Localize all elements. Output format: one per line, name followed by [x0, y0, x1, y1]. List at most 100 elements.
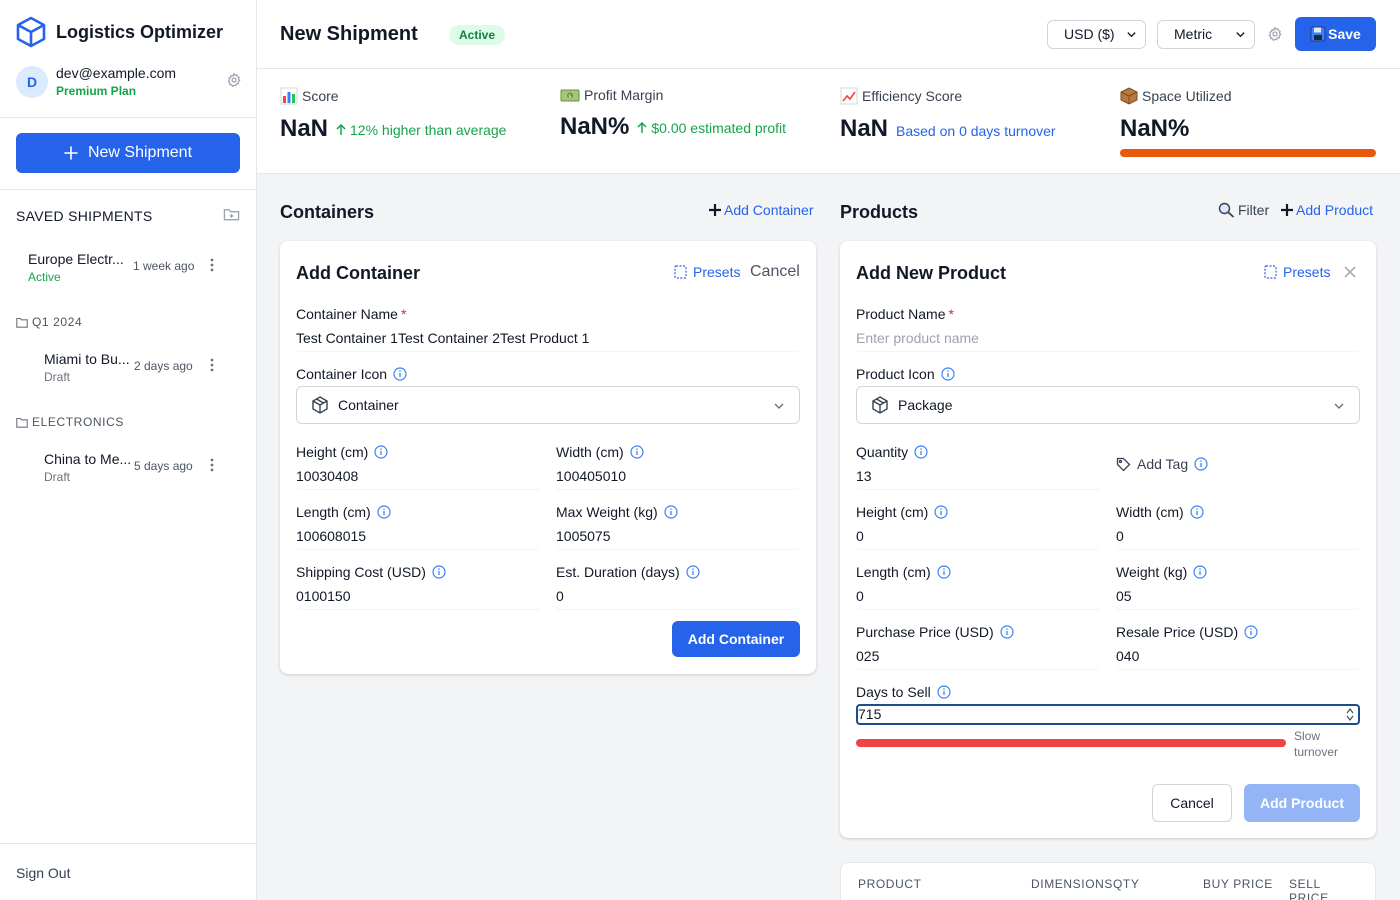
- filter-button[interactable]: Filter: [1218, 202, 1269, 218]
- product-name-field: Product Name * Enter product name: [856, 304, 1360, 352]
- product-weight-field: Weight (kg) 05: [1116, 562, 1360, 610]
- top-header: New Shipment Active USD ($) Metric Save: [257, 0, 1400, 69]
- product-name-label: Product Name: [856, 306, 946, 322]
- container-cancel-link[interactable]: Cancel: [750, 263, 800, 281]
- info-icon[interactable]: [934, 505, 948, 519]
- days-to-sell-label: Days to Sell: [856, 684, 931, 700]
- presets-icon: [674, 265, 687, 279]
- est-duration-field: Est. Duration (days) 0: [556, 562, 800, 610]
- info-icon[interactable]: [374, 445, 388, 459]
- add-container-card: Add Container Presets Cancel Container N…: [280, 241, 816, 674]
- number-spinner-icon[interactable]: [1346, 707, 1354, 722]
- turnover-indicator-bar: [856, 739, 1286, 747]
- shipping-cost-field: Shipping Cost (USD) 0100150: [296, 562, 540, 610]
- save-button[interactable]: Save: [1295, 17, 1376, 51]
- length-input[interactable]: 0: [856, 586, 1100, 610]
- new-folder-icon[interactable]: [223, 207, 240, 222]
- container-icon-select[interactable]: Container: [296, 386, 800, 424]
- max-weight-input[interactable]: 1005075: [556, 526, 800, 550]
- column-header-product[interactable]: PRODUCT: [858, 877, 922, 891]
- settings-gear-icon[interactable]: [226, 72, 242, 88]
- column-header-sell-price[interactable]: SELL PRICE: [1289, 877, 1339, 900]
- efficiency-turnover: Based on 0 days turnover: [896, 123, 1056, 139]
- info-icon[interactable]: [630, 445, 644, 459]
- days-to-sell-input[interactable]: 715: [856, 704, 1360, 725]
- cube-logo-icon: [16, 16, 46, 48]
- shipment-group-header[interactable]: ELECTRONICS: [16, 415, 124, 429]
- info-icon[interactable]: [937, 685, 951, 699]
- add-tag-button[interactable]: Add Tag: [1116, 454, 1208, 474]
- shipping-cost-input[interactable]: 0100150: [296, 586, 540, 610]
- more-vertical-icon[interactable]: [210, 358, 214, 372]
- add-product-card: Add New Product Presets Product Name * En…: [840, 241, 1376, 838]
- more-vertical-icon[interactable]: [210, 258, 214, 272]
- turnover-label: Slow turnover: [1294, 729, 1339, 759]
- column-header-buy-price[interactable]: BUY PRICE: [1203, 877, 1273, 891]
- product-icon-value: Package: [898, 397, 953, 413]
- info-icon[interactable]: [1193, 565, 1207, 579]
- info-icon[interactable]: [432, 565, 446, 579]
- height-input[interactable]: 10030408: [296, 466, 540, 490]
- settings-gear-icon[interactable]: [1267, 26, 1283, 42]
- new-shipment-button[interactable]: New Shipment: [16, 133, 240, 173]
- brand[interactable]: Logistics Optimizer: [16, 16, 223, 48]
- products-table-header: PRODUCT DIMENSIONS QTY BUY PRICE SELL PR…: [840, 862, 1376, 900]
- info-icon[interactable]: [664, 505, 678, 519]
- product-name-input[interactable]: Enter product name: [856, 328, 1360, 352]
- products-title: Products: [840, 202, 919, 222]
- info-icon[interactable]: [1194, 457, 1208, 471]
- container-presets-button[interactable]: Presets: [674, 264, 740, 280]
- info-icon[interactable]: [377, 505, 391, 519]
- info-icon[interactable]: [393, 367, 407, 381]
- arrow-up-icon: [637, 122, 647, 134]
- container-name-label: Container Name: [296, 306, 398, 322]
- sign-out-button[interactable]: Sign Out: [16, 865, 70, 881]
- space-utilization-bar: [1120, 149, 1376, 157]
- add-product-button[interactable]: Add Product: [1244, 784, 1360, 822]
- weight-label: Weight (kg): [1116, 564, 1188, 580]
- profit-value: NaN%: [560, 113, 630, 140]
- close-icon[interactable]: [1343, 265, 1357, 279]
- height-input[interactable]: 0: [856, 526, 1100, 550]
- product-cancel-button[interactable]: Cancel: [1152, 784, 1232, 822]
- resale-price-input[interactable]: 040: [1116, 646, 1360, 670]
- length-label: Length (cm): [296, 504, 371, 520]
- info-icon[interactable]: [686, 565, 700, 579]
- info-icon[interactable]: [1190, 505, 1204, 519]
- column-header-qty[interactable]: QTY: [1113, 877, 1139, 891]
- chevron-down-icon: [1235, 29, 1246, 40]
- info-icon[interactable]: [937, 565, 951, 579]
- est-duration-input[interactable]: 0: [556, 586, 800, 610]
- container-name-input[interactable]: Test Container 1Test Container 2Test Pro…: [296, 328, 800, 352]
- efficiency-stat: Efficiency Score NaN Based on 0 days tur…: [840, 87, 1056, 143]
- more-vertical-icon[interactable]: [210, 458, 214, 472]
- score-stat: Score NaN 12% higher than average: [280, 87, 506, 143]
- units-select[interactable]: Metric: [1157, 20, 1255, 49]
- saved-shipment-item[interactable]: Miami to Bu... Draft 2 days ago: [16, 349, 240, 389]
- width-label: Width (cm): [1116, 504, 1184, 520]
- avatar[interactable]: D: [16, 66, 48, 98]
- width-input[interactable]: 100405010: [556, 466, 800, 490]
- saved-shipment-item[interactable]: Europe Electr... Active 1 week ago: [16, 249, 240, 289]
- add-container-link[interactable]: Add Container: [708, 202, 814, 218]
- info-icon[interactable]: [1244, 625, 1258, 639]
- info-icon[interactable]: [1000, 625, 1014, 639]
- product-presets-button[interactable]: Presets: [1264, 264, 1330, 280]
- length-input[interactable]: 100608015: [296, 526, 540, 550]
- quantity-input[interactable]: 13: [856, 466, 1100, 490]
- column-header-dimensions[interactable]: DIMENSIONS: [1031, 877, 1113, 891]
- add-container-button[interactable]: Add Container: [672, 621, 800, 657]
- width-input[interactable]: 0: [1116, 526, 1360, 550]
- add-product-title: Add New Product: [856, 263, 1007, 283]
- product-icon-select[interactable]: Package: [856, 386, 1360, 424]
- currency-select[interactable]: USD ($): [1047, 20, 1146, 49]
- weight-input[interactable]: 05: [1116, 586, 1360, 610]
- add-product-link[interactable]: Add Product: [1280, 202, 1373, 218]
- saved-shipment-item[interactable]: China to Me... Draft 5 days ago: [16, 449, 240, 489]
- purchase-price-input[interactable]: 025: [856, 646, 1100, 670]
- info-icon[interactable]: [914, 445, 928, 459]
- info-icon[interactable]: [941, 367, 955, 381]
- plus-icon: [1280, 203, 1294, 217]
- shipment-group-header[interactable]: Q1 2024: [16, 315, 82, 329]
- product-icon-label: Product Icon: [856, 366, 935, 382]
